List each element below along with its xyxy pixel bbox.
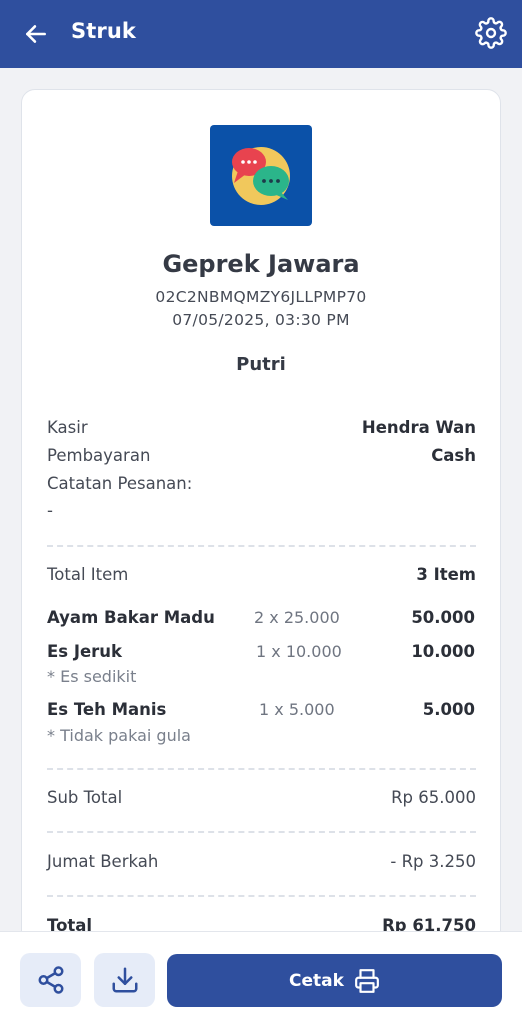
receipt-datetime: 07/05/2025, 03:30 PM [172, 311, 350, 329]
divider [47, 895, 476, 897]
share-icon [38, 966, 63, 994]
print-button[interactable]: Cetak [167, 954, 502, 1007]
discount-row: Jumat Berkah - Rp 3.250 [47, 852, 476, 876]
store-name: Geprek Jawara [162, 250, 360, 278]
receipt-id: 02C2NBMQMZY6JLLPMP70 [155, 288, 367, 306]
cashier-value: Hendra Wan [361, 418, 476, 437]
customer-name: Putri [236, 354, 286, 375]
notes-value: - [47, 501, 53, 520]
app-bar: Struk [0, 0, 522, 68]
printer-icon [355, 968, 379, 993]
divider [47, 768, 476, 770]
receipt-card: Geprek Jawara 02C2NBMQMZY6JLLPMP70 07/05… [21, 89, 501, 959]
payment-row: Pembayaran Cash [47, 446, 476, 470]
item-total: 50.000 [411, 608, 475, 627]
share-button[interactable] [20, 953, 81, 1007]
item-qty: 1 x 5.000 [259, 700, 335, 719]
item-name: Es Teh Manis [47, 700, 167, 719]
divider [47, 545, 476, 547]
subtotal-row: Sub Total Rp 65.000 [47, 788, 476, 812]
payment-label: Pembayaran [47, 446, 151, 465]
store-logo [210, 125, 312, 226]
item-note: * Tidak pakai gula [47, 726, 191, 745]
arrow-left-icon [26, 25, 46, 43]
item-total: 5.000 [422, 700, 475, 719]
subtotal-label: Sub Total [47, 788, 123, 807]
download-icon [112, 967, 137, 993]
item-note: * Es sedikit [47, 667, 137, 686]
discount-label: Jumat Berkah [47, 852, 159, 871]
discount-value: - Rp 3.250 [390, 852, 476, 871]
notes-value-row: - [47, 501, 476, 525]
item-total: 10.000 [411, 642, 475, 661]
total-item-value: 3 Item [416, 565, 476, 584]
notes-label: Catatan Pesanan: [47, 474, 193, 493]
item-qty: 1 x 10.000 [256, 642, 342, 661]
divider [47, 831, 476, 833]
notes-row: Catatan Pesanan: [47, 474, 476, 498]
item-qty: 2 x 25.000 [254, 608, 340, 627]
chat-bubbles-icon [232, 147, 290, 205]
cashier-label: Kasir [47, 418, 88, 437]
settings-button[interactable] [474, 16, 508, 50]
subtotal-value: Rp 65.000 [391, 788, 476, 807]
back-button[interactable] [20, 18, 52, 50]
page-title: Struk [71, 19, 136, 43]
cashier-row: Kasir Hendra Wan [47, 418, 476, 442]
bottom-action-bar: Cetak [0, 931, 522, 1024]
total-item-label: Total Item [47, 565, 129, 584]
download-button[interactable] [94, 953, 155, 1007]
payment-value: Cash [431, 446, 476, 465]
gear-icon [475, 17, 507, 49]
print-button-label: Cetak [289, 970, 344, 991]
total-item-row: Total Item 3 Item [47, 565, 476, 589]
item-name: Ayam Bakar Madu [47, 608, 215, 627]
item-name: Es Jeruk [47, 642, 123, 661]
